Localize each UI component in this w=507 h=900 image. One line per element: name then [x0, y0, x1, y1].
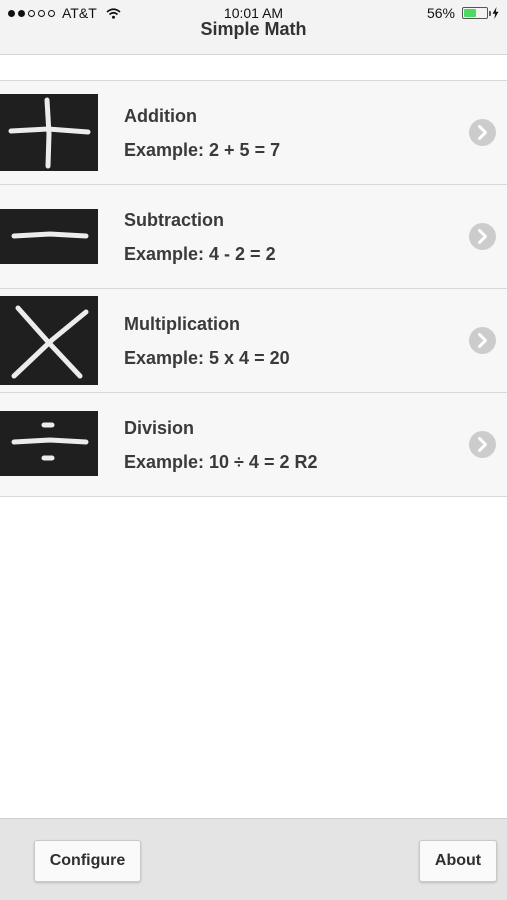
- row-example: Example: 2 + 5 = 7: [124, 140, 281, 160]
- minus-chalk-icon: [0, 209, 98, 264]
- chevron-right-icon: [469, 327, 496, 354]
- nav-title: Simple Math: [200, 19, 307, 39]
- row-title: Division: [124, 418, 195, 438]
- battery-level: [464, 9, 477, 17]
- row-title: Multiplication: [124, 314, 240, 334]
- list-item-multiplication[interactable]: Multiplication Example: 5 x 4 = 20: [0, 289, 507, 393]
- row-title: Addition: [124, 106, 197, 126]
- about-button[interactable]: About: [419, 840, 497, 882]
- bottom-toolbar: Configure About: [0, 818, 507, 900]
- screen: AT&T 10:01 AM 56% Simple Math Addition E…: [0, 0, 507, 900]
- row-title: Subtraction: [124, 210, 225, 230]
- row-example: Example: 4 - 2 = 2: [124, 244, 276, 264]
- configure-button[interactable]: Configure: [34, 840, 141, 882]
- charging-bolt-icon: [492, 7, 499, 19]
- row-example: Example: 5 x 4 = 20: [124, 348, 290, 368]
- chevron-right-icon: [469, 223, 496, 250]
- top-bar: AT&T 10:01 AM 56% Simple Math: [0, 0, 507, 55]
- row-example: Example: 10 ÷ 4 = 2 R2: [124, 452, 318, 472]
- chevron-right-icon: [469, 431, 496, 458]
- divide-chalk-icon: [0, 411, 98, 476]
- battery-icon: [462, 7, 491, 19]
- list-item-addition[interactable]: Addition Example: 2 + 5 = 7: [0, 81, 507, 185]
- operations-list: Addition Example: 2 + 5 = 7 Subtraction …: [0, 80, 507, 497]
- plus-chalk-icon: [0, 94, 98, 171]
- list-item-subtraction[interactable]: Subtraction Example: 4 - 2 = 2: [0, 185, 507, 289]
- chevron-right-icon: [469, 119, 496, 146]
- times-chalk-icon: [0, 296, 98, 385]
- list-item-division[interactable]: Division Example: 10 ÷ 4 = 2 R2: [0, 393, 507, 497]
